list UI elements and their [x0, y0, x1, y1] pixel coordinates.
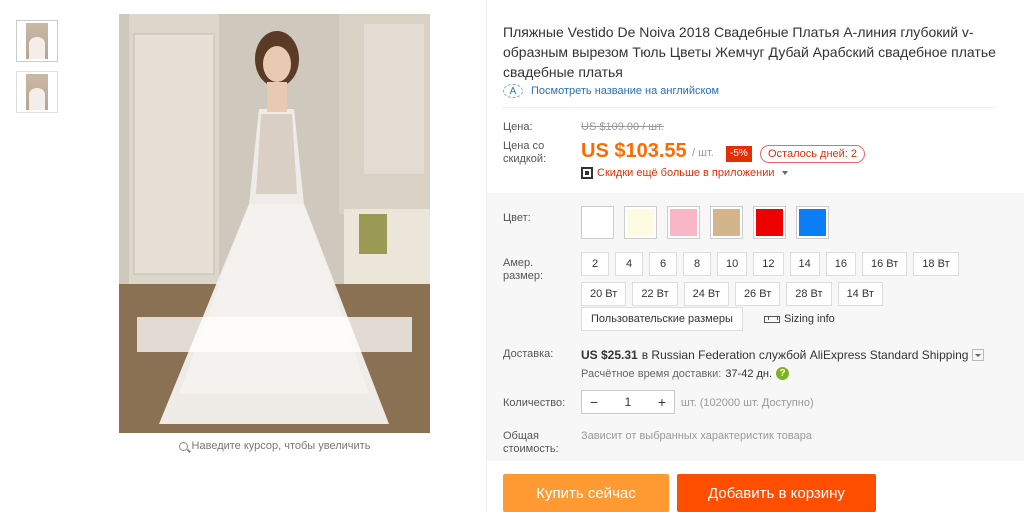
swatch-fill	[584, 209, 611, 236]
color-swatch-white[interactable]	[581, 206, 614, 239]
quantity-increase-button[interactable]: +	[650, 394, 674, 410]
buy-now-button[interactable]: Купить сейчас	[503, 474, 669, 512]
translate-link[interactable]: A Посмотреть название на английском	[503, 84, 719, 98]
size-option[interactable]: 20 Вт	[581, 282, 627, 306]
color-label: Цвет:	[503, 212, 531, 224]
size-label: Амер. размер:	[503, 257, 544, 282]
days-left-badge: Осталось дней: 2	[760, 145, 866, 163]
quantity-decrease-button[interactable]: −	[582, 394, 606, 410]
sale-price-label: Цена со скидкой:	[503, 140, 547, 165]
delivery-time-value: 37-42 дн.	[725, 367, 773, 380]
price-unit: / шт.	[692, 147, 714, 159]
custom-size-button[interactable]: Пользовательские размеры	[581, 307, 743, 331]
total-label: Общая стоимость:	[503, 430, 559, 455]
size-option[interactable]: 18 Вт	[913, 252, 959, 276]
sale-price: US $103.55	[581, 140, 687, 162]
thumbnail-2[interactable]	[16, 71, 58, 113]
size-option[interactable]: 14	[789, 252, 820, 276]
total-note: Зависит от выбранных характеристик товар…	[581, 430, 812, 442]
dress-photo	[119, 14, 430, 433]
quantity-stepper: − 1 +	[581, 390, 675, 414]
thumbnail-1[interactable]	[16, 20, 58, 62]
color-swatch-ivory[interactable]	[624, 206, 657, 239]
color-swatch-red[interactable]	[753, 206, 786, 239]
product-title: Пляжные Vestido De Noiva 2018 Свадебные …	[503, 24, 996, 80]
divider	[503, 107, 996, 108]
chevron-down-icon	[781, 171, 788, 175]
add-to-cart-button[interactable]: Добавить в корзину	[677, 474, 876, 512]
size-option[interactable]: 6	[649, 252, 677, 276]
app-deal-text: Скидки ещё больше в приложении	[597, 167, 775, 179]
shipping-label: Доставка:	[503, 348, 554, 360]
size-option[interactable]: 8	[683, 252, 711, 276]
size-options: 2 4 6 8 10 12 14 16 16 Вт 18 Вт 20 Вт 22…	[581, 252, 991, 306]
size-option[interactable]: 10	[717, 252, 748, 276]
size-option[interactable]: 22 Вт	[632, 282, 678, 306]
size-option[interactable]: 2	[581, 252, 609, 276]
sizing-info-link[interactable]: Sizing info	[764, 313, 835, 325]
image-overlay-box	[137, 317, 412, 352]
shipping-price: US $25.31	[581, 348, 638, 362]
size-option[interactable]: 4	[615, 252, 643, 276]
swatch-fill	[713, 209, 740, 236]
thumbnail-list	[16, 20, 58, 122]
thumbnail-image	[26, 23, 48, 59]
product-detail-panel: Пляжные Vestido De Noiva 2018 Свадебные …	[486, 0, 1024, 512]
qr-code-icon	[581, 167, 593, 179]
swatch-fill	[670, 209, 697, 236]
swatch-fill	[627, 209, 654, 236]
size-option[interactable]: 24 Вт	[683, 282, 729, 306]
sizing-info-text: Sizing info	[784, 313, 835, 325]
size-option[interactable]: 16 Вт	[862, 252, 908, 276]
size-option[interactable]: 26 Вт	[734, 282, 781, 306]
discount-badge: -5%	[726, 146, 752, 162]
quantity-input[interactable]: 1	[606, 395, 650, 409]
delivery-time: Расчётное время доставки: 37-42 дн. ?	[581, 367, 790, 380]
color-swatch-champagne[interactable]	[710, 206, 743, 239]
shipping-text: в Russian Federation службой AliExpress …	[641, 348, 969, 362]
size-option[interactable]: 14 Вт	[837, 282, 883, 306]
color-swatch-blue[interactable]	[796, 206, 829, 239]
zoom-hint: Наведите курсор, чтобы увеличить	[119, 440, 430, 452]
translate-icon: A	[503, 84, 523, 98]
translate-link-text: Посмотреть название на английском	[531, 85, 720, 97]
magnifier-icon	[178, 441, 188, 451]
swatch-fill	[756, 209, 783, 236]
main-product-image[interactable]	[119, 14, 430, 433]
thumbnail-image	[26, 74, 48, 110]
shipping-dropdown-icon[interactable]	[972, 349, 985, 361]
color-swatches	[581, 206, 829, 239]
size-option[interactable]: 16	[825, 252, 856, 276]
old-price: US $109.00 / шт.	[581, 121, 664, 133]
size-option[interactable]: 28 Вт	[786, 282, 832, 306]
color-swatch-pink[interactable]	[667, 206, 700, 239]
price-label: Цена:	[503, 121, 533, 133]
quantity-label: Количество:	[503, 397, 566, 409]
zoom-hint-text: Наведите курсор, чтобы увеличить	[191, 440, 371, 452]
size-option[interactable]: 12	[753, 252, 784, 276]
help-icon[interactable]: ?	[776, 367, 790, 380]
swatch-fill	[799, 209, 826, 236]
quantity-available: шт. (102000 шт. Доступно)	[681, 397, 814, 409]
shipping-method[interactable]: US $25.31 в Russian Federation службой A…	[581, 348, 985, 362]
delivery-time-label: Расчётное время доставки:	[581, 367, 722, 380]
app-deal-link[interactable]: Скидки ещё больше в приложении	[581, 167, 788, 179]
ruler-icon	[764, 315, 780, 323]
